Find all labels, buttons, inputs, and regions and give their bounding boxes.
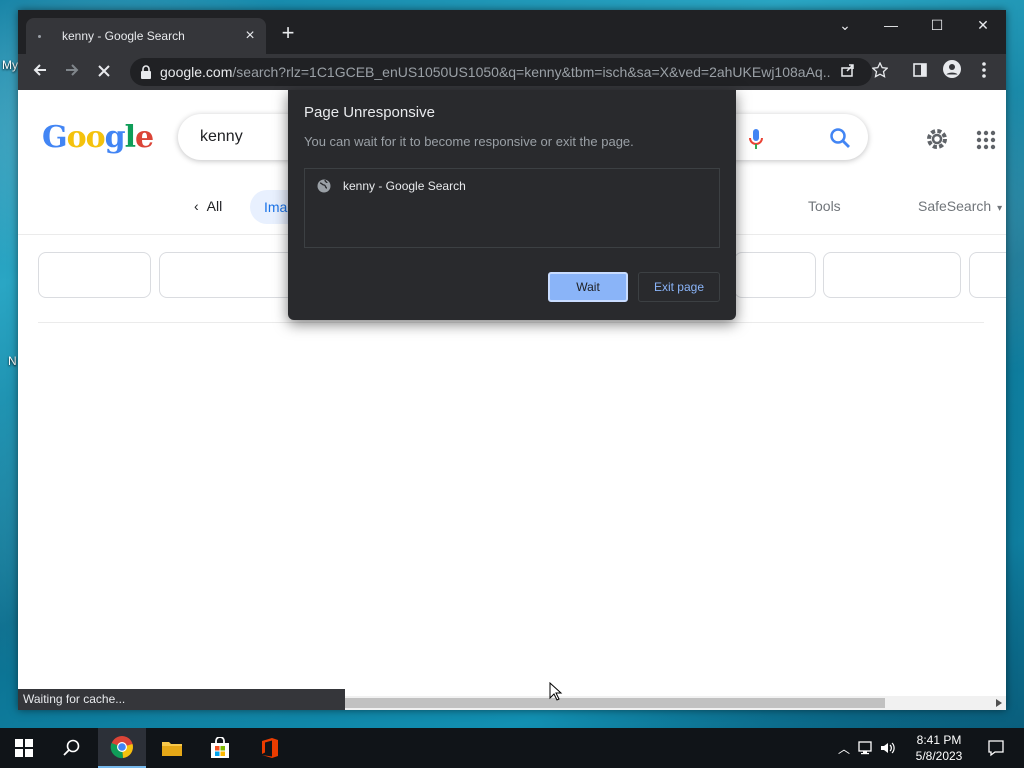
google-doodle-logo[interactable]: Google xyxy=(42,120,154,155)
scroll-right-icon[interactable] xyxy=(996,699,1002,707)
chevron-left-icon: ‹ xyxy=(194,198,199,214)
volume-icon[interactable] xyxy=(880,741,896,755)
system-tray: ︿ xyxy=(838,728,896,768)
clock[interactable]: 8:41 PM 5/8/2023 xyxy=(906,732,972,764)
forward-button[interactable] xyxy=(58,58,86,86)
tab-kenny-google-search[interactable]: kenny - Google Search × xyxy=(26,18,266,54)
clock-date: 5/8/2023 xyxy=(915,749,963,763)
search-icon[interactable] xyxy=(828,126,852,150)
tab-search-dropdown-icon[interactable]: ⌄ xyxy=(822,10,868,40)
exit-page-button[interactable]: Exit page xyxy=(638,272,720,302)
menu-button[interactable] xyxy=(970,58,998,86)
filter-chip[interactable] xyxy=(969,252,1006,298)
maximize-button[interactable]: ☐ xyxy=(914,10,960,40)
url-path: /search?rlz=1C1GCEB_enUS1050US1050&q=ken… xyxy=(232,64,830,80)
browser-toolbar: google.com/search?rlz=1C1GCEB_enUS1050US… xyxy=(18,54,1006,90)
star-icon xyxy=(871,61,889,78)
filter-chip[interactable] xyxy=(38,252,151,298)
tab-close-icon[interactable]: × xyxy=(240,27,260,45)
folder-icon xyxy=(162,742,182,756)
stop-icon xyxy=(98,65,110,77)
clock-time: 8:41 PM xyxy=(916,733,962,747)
wait-button[interactable]: Wait xyxy=(548,272,628,302)
status-bubble: Waiting for cache... xyxy=(18,689,345,710)
share-icon xyxy=(841,64,854,77)
search-icon xyxy=(63,739,80,756)
mouse-cursor-icon xyxy=(549,682,563,701)
dropdown-arrow-icon: ▾ xyxy=(997,203,1003,214)
notification-icon xyxy=(988,740,1004,757)
side-panel-button[interactable] xyxy=(906,58,934,86)
search-query[interactable]: kenny xyxy=(200,128,243,146)
office-icon xyxy=(262,738,278,758)
list-item[interactable]: kenny - Google Search xyxy=(317,179,466,193)
nav-tools[interactable]: Tools xyxy=(808,198,841,214)
back-button[interactable] xyxy=(26,58,54,86)
dialog-message: You can wait for it to become responsive… xyxy=(304,134,634,149)
filter-chip[interactable] xyxy=(823,252,961,298)
nav-all[interactable]: ‹ All xyxy=(194,198,222,214)
chevron-up-icon[interactable]: ︿ xyxy=(838,740,850,757)
dialog-title: Page Unresponsive xyxy=(304,104,435,121)
globe-icon xyxy=(317,179,331,193)
divider xyxy=(38,322,984,323)
microphone-icon[interactable] xyxy=(748,128,764,150)
address-bar[interactable]: google.com/search?rlz=1C1GCEB_enUS1050US… xyxy=(130,58,872,86)
chrome-taskbar-button[interactable] xyxy=(98,728,146,768)
bookmark-button[interactable] xyxy=(866,58,894,86)
page-item-title: kenny - Google Search xyxy=(343,179,466,193)
desktop-icon-label[interactable]: My xyxy=(2,58,18,72)
gear-icon[interactable] xyxy=(924,126,950,152)
url-text[interactable]: google.com/search?rlz=1C1GCEB_enUS1050US… xyxy=(160,64,830,80)
profile-button[interactable] xyxy=(938,58,966,86)
file-explorer-taskbar-button[interactable] xyxy=(148,728,196,768)
title-bar: kenny - Google Search × + ⌄ — ☐ ✕ xyxy=(18,10,1006,54)
windows-logo-icon xyxy=(15,739,33,757)
filter-chip[interactable] xyxy=(159,252,301,298)
profile-icon xyxy=(943,60,961,78)
minimize-button[interactable]: — xyxy=(868,10,914,40)
scrollbar-thumb[interactable] xyxy=(345,698,885,708)
new-tab-button[interactable]: + xyxy=(276,22,300,46)
store-taskbar-button[interactable] xyxy=(196,728,244,768)
share-button[interactable] xyxy=(834,58,862,86)
apps-grid-icon[interactable] xyxy=(976,130,996,150)
page-unresponsive-dialog: Page Unresponsive You can wait for it to… xyxy=(288,90,736,320)
chrome-icon xyxy=(110,736,133,759)
tab-title: kenny - Google Search xyxy=(62,29,185,43)
nav-safesearch[interactable]: SafeSearch ▾ xyxy=(918,198,1002,214)
kebab-menu-icon xyxy=(982,62,986,78)
side-panel-icon xyxy=(913,63,927,77)
start-button[interactable] xyxy=(0,728,48,768)
unresponsive-pages-list: kenny - Google Search xyxy=(304,168,720,248)
office-taskbar-button[interactable] xyxy=(246,728,294,768)
desktop-icon-label[interactable]: N xyxy=(8,354,17,368)
forward-arrow-icon xyxy=(66,64,79,76)
search-taskbar-button[interactable] xyxy=(48,728,96,768)
taskbar: ︿ 8:41 PM 5/8/2023 xyxy=(0,728,1024,768)
back-arrow-icon xyxy=(33,64,46,76)
url-host: google.com xyxy=(160,64,233,80)
filter-chip[interactable] xyxy=(734,252,816,298)
notifications-button[interactable] xyxy=(972,728,1020,768)
stop-loading-button[interactable] xyxy=(90,58,118,86)
network-icon[interactable] xyxy=(858,741,874,755)
store-icon xyxy=(211,737,229,758)
close-window-button[interactable]: ✕ xyxy=(960,10,1006,40)
lock-icon[interactable] xyxy=(140,65,152,79)
loading-icon xyxy=(36,29,50,43)
